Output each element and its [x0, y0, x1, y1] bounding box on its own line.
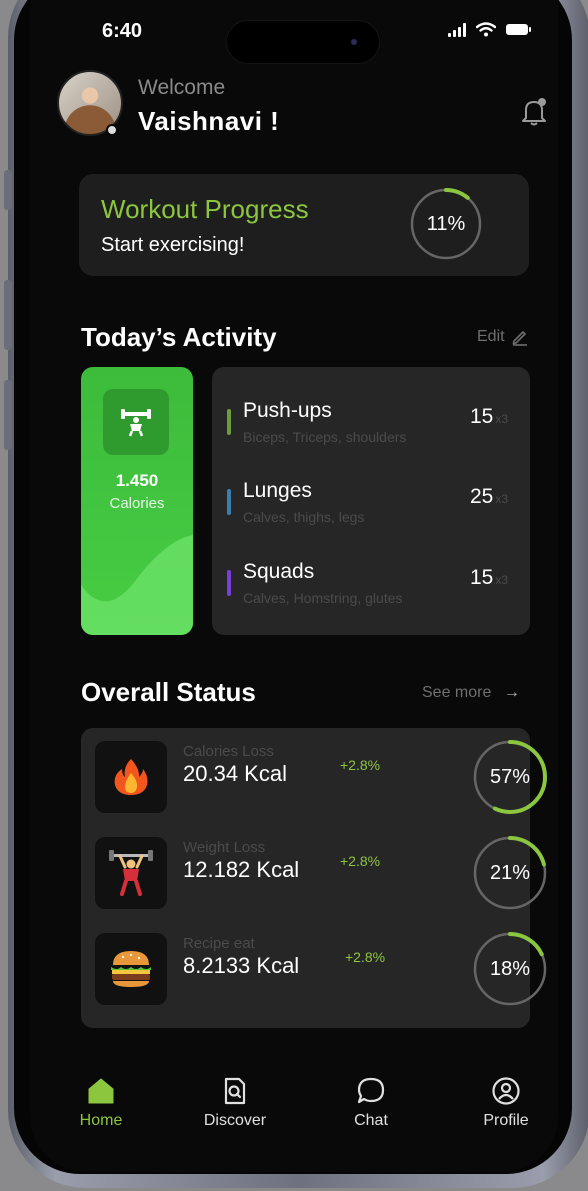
notification-bell-icon[interactable]	[520, 96, 548, 128]
workout-progress-ring: 11%	[409, 187, 483, 261]
exercise-muscles: Biceps, Triceps, shoulders	[243, 429, 407, 445]
status-label: Recipe eat	[183, 935, 255, 952]
status-percent: 18%	[489, 957, 531, 980]
exercise-list-card: Push-ups Biceps, Triceps, shoulders 15 x3…	[212, 367, 530, 635]
chat-icon	[357, 1077, 385, 1104]
status-percent: 57%	[489, 765, 531, 788]
status-change: +2.8%	[340, 853, 381, 869]
workout-progress-card[interactable]: Workout Progress Start exercising! 11%	[79, 174, 529, 276]
profile-icon	[492, 1077, 520, 1105]
dumbbell-icon-box	[103, 389, 169, 455]
status-label: Weight Loss	[183, 839, 266, 856]
see-more-link[interactable]: See more →	[422, 684, 520, 702]
exercise-row-pushups[interactable]: Push-ups Biceps, Triceps, shoulders 15 x3	[212, 397, 530, 457]
status-ring: 21%	[472, 835, 548, 911]
home-icon	[88, 1078, 114, 1104]
see-more-label: See more	[422, 684, 492, 701]
exercise-name: Push-ups	[243, 399, 332, 422]
nav-item-discover[interactable]: Discover	[185, 1058, 285, 1130]
calories-value: 1.450	[115, 471, 159, 490]
status-row-calories[interactable]: Calories Loss 20.34 Kcal +2.8% 57%	[81, 740, 547, 817]
nav-label: Profile	[483, 1112, 529, 1129]
status-value: 8.2133 Kcal	[183, 953, 300, 978]
overall-status-card: Calories Loss 20.34 Kcal +2.8% 57% Weigh…	[81, 728, 547, 1028]
status-change: +2.8%	[345, 949, 386, 965]
edit-label: Edit	[477, 328, 505, 345]
fire-icon	[95, 741, 167, 813]
camera-dot	[351, 39, 357, 45]
exercise-reps: 15 x3	[469, 405, 508, 428]
nav-label: Discover	[203, 1112, 267, 1129]
exercise-row-squads[interactable]: Squads Calves, Homstring, glutes 15 x3	[212, 558, 530, 618]
exercise-reps: 15 x3	[469, 566, 508, 589]
exercise-muscles: Calves, Homstring, glutes	[243, 590, 403, 606]
app-screen: 6:40 Welcome Vaishnavi ! Workout Progres…	[30, 0, 558, 1172]
fitness-icon	[121, 409, 151, 437]
burger-icon	[95, 933, 167, 1005]
exercise-muscles: Calves, thighs, legs	[243, 509, 365, 525]
bottom-nav: Home Discover Chat Profile	[30, 1058, 558, 1138]
exercise-name: Lunges	[243, 479, 312, 502]
nav-label: Home	[79, 1112, 123, 1129]
signal-icon	[448, 22, 466, 37]
battery-icon	[506, 24, 531, 35]
calories-card[interactable]: 1.450 Calories	[81, 367, 193, 635]
nav-item-profile[interactable]: Profile	[456, 1058, 556, 1130]
nav-item-home[interactable]: Home	[51, 1058, 151, 1130]
exercise-color-bar	[227, 409, 231, 435]
edit-activity-button[interactable]: Edit	[477, 328, 529, 346]
nav-item-chat[interactable]: Chat	[321, 1058, 421, 1130]
wifi-icon	[476, 22, 496, 37]
weightlifter-icon	[95, 837, 167, 909]
pencil-icon	[512, 330, 527, 346]
workout-progress-title: Workout Progress	[101, 194, 309, 224]
status-ring: 57%	[472, 739, 548, 815]
side-button	[4, 170, 12, 210]
workout-progress-subtitle: Start exercising!	[101, 234, 245, 256]
status-change: +2.8%	[340, 757, 381, 773]
todays-activity-title: Today’s Activity	[81, 322, 277, 352]
exercise-color-bar	[227, 489, 231, 515]
overall-status-title: Overall Status	[81, 677, 256, 707]
status-percent: 21%	[489, 861, 531, 884]
status-icons	[448, 22, 531, 37]
exercise-row-lunges[interactable]: Lunges Calves, thighs, legs 25 x3	[212, 477, 530, 537]
workout-progress-percent: 11%	[426, 212, 466, 235]
dynamic-island	[226, 20, 380, 64]
calories-label: Calories	[109, 495, 165, 512]
status-row-weight[interactable]: Weight Loss 12.182 Kcal +2.8% 21%	[81, 836, 547, 913]
calories-wave	[81, 535, 193, 635]
discover-icon	[224, 1077, 246, 1105]
online-status-dot	[106, 124, 118, 136]
volume-down-button	[4, 380, 12, 450]
volume-up-button	[4, 280, 12, 350]
exercise-name: Squads	[243, 560, 315, 583]
status-value: 12.182 Kcal	[183, 857, 300, 882]
nav-label: Chat	[354, 1112, 388, 1129]
status-ring: 18%	[472, 931, 548, 1007]
greeting-text: Welcome	[138, 76, 226, 99]
exercise-reps: 25 x3	[469, 485, 508, 508]
status-value: 20.34 Kcal	[183, 761, 287, 786]
status-row-recipe[interactable]: Recipe eat 8.2133 Kcal +2.8% 18%	[81, 932, 547, 1009]
username: Vaishnavi !	[138, 106, 280, 136]
exercise-color-bar	[227, 570, 231, 596]
status-label: Calories Loss	[183, 743, 274, 760]
status-time: 6:40	[102, 20, 143, 42]
arrow-right-icon: →	[503, 684, 520, 701]
